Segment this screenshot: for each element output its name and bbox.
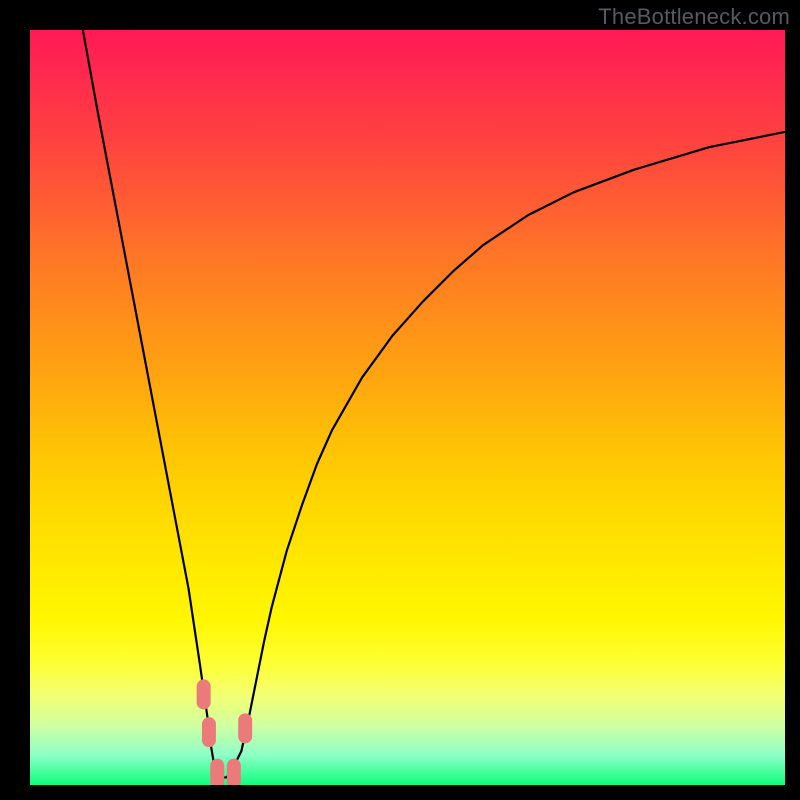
chart-frame: TheBottleneck.com	[0, 0, 800, 800]
marker-point	[197, 679, 211, 709]
markers-group	[197, 679, 253, 785]
watermark-text: TheBottleneck.com	[598, 4, 790, 30]
chart-svg	[30, 30, 785, 785]
marker-point	[210, 759, 224, 785]
marker-point	[202, 717, 216, 747]
marker-point	[227, 759, 241, 785]
curve-line	[83, 30, 785, 777]
marker-point	[238, 713, 252, 743]
plot-area	[30, 30, 785, 785]
